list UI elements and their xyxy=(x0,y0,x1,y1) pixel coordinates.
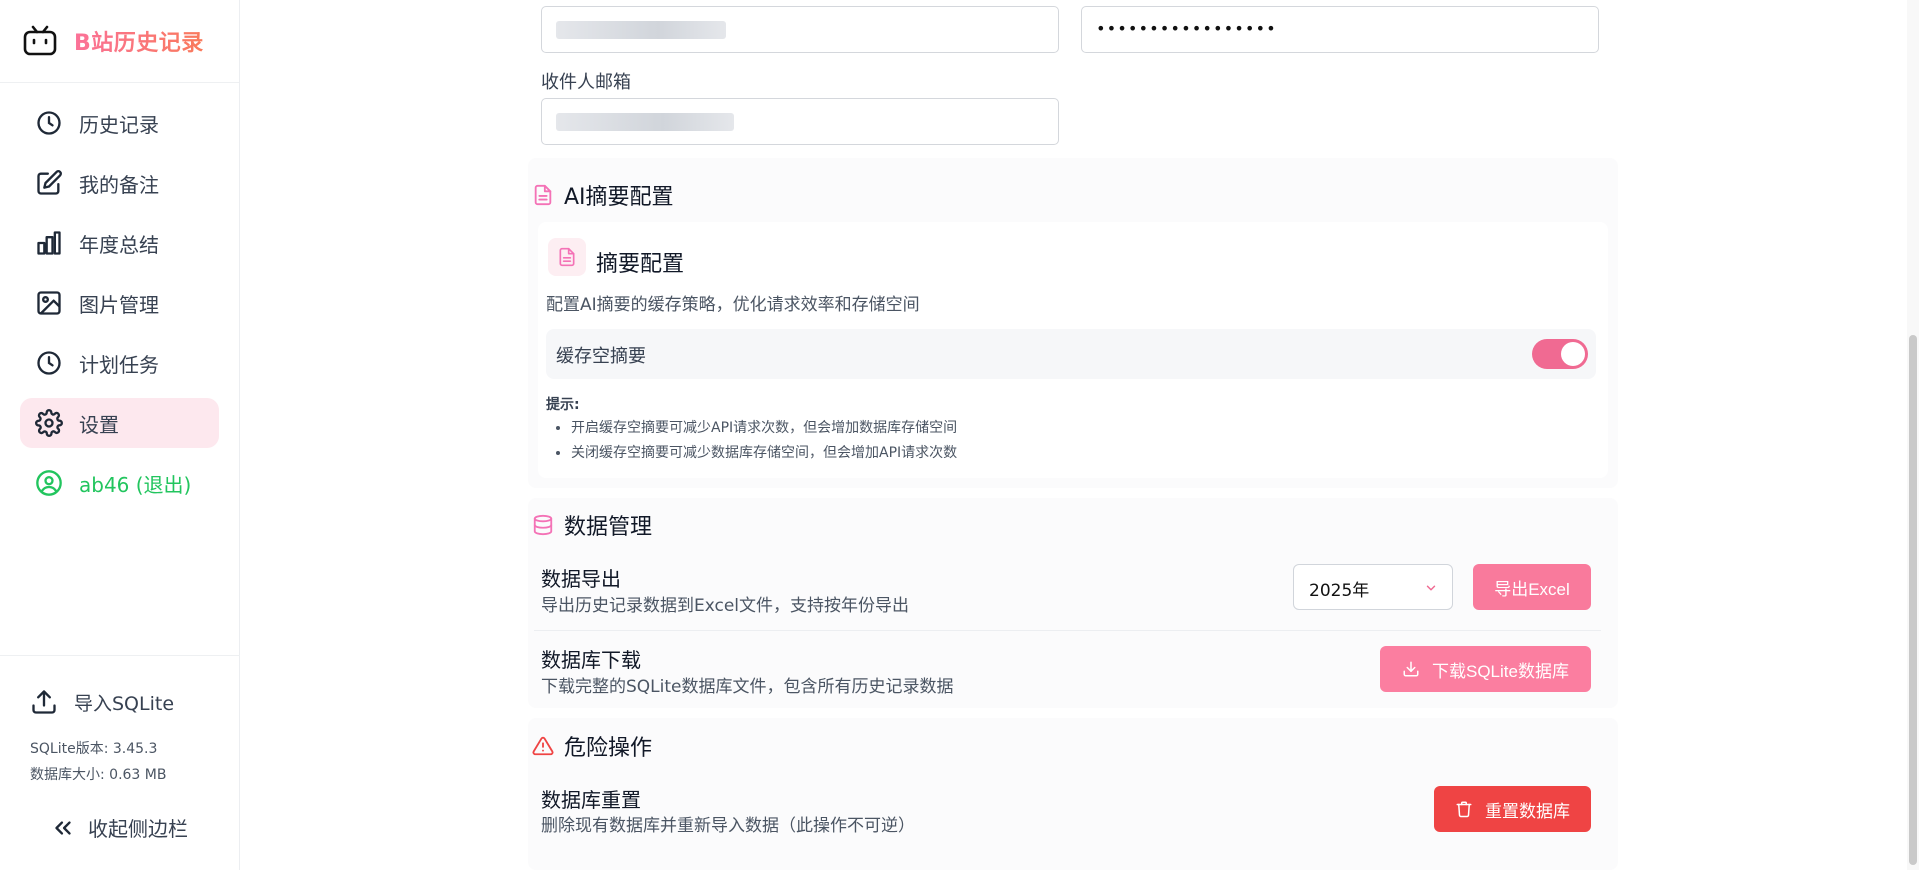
sidebar-item-label: 我的备注 xyxy=(79,172,159,197)
sidebar-nav: 历史记录 我的备注 年度总结 图片管理 计划任务 设置 ab46 (退出) xyxy=(20,98,219,518)
cache-empty-summary-label: 缓存空摘要 xyxy=(556,346,646,367)
db-size: 数据库大小: 0.63 MB xyxy=(30,767,167,783)
danger-section-title: 危险操作 xyxy=(532,730,652,762)
import-sqlite-button[interactable]: 导入SQLite xyxy=(30,688,174,716)
export-excel-label: 导出Excel xyxy=(1494,579,1570,599)
recipient-email-label: 收件人邮箱 xyxy=(541,72,631,93)
download-sqlite-button[interactable]: 下载SQLite数据库 xyxy=(1380,646,1591,692)
clock-icon xyxy=(37,111,61,135)
database-icon xyxy=(533,514,553,536)
clock-icon xyxy=(37,351,61,375)
collapse-sidebar-button[interactable]: 收起侧边栏 xyxy=(50,813,188,842)
tips-list: 开启缓存空摘要可减少API请求次数，但会增加数据库存储空间 关闭缓存空摘要可减少… xyxy=(546,416,957,466)
ai-summary-section-title: AI摘要配置 xyxy=(532,179,674,211)
sidebar-item-annual-summary[interactable]: 年度总结 xyxy=(20,218,219,268)
download-icon xyxy=(1403,661,1419,677)
year-select[interactable]: 2025年 xyxy=(1293,564,1453,610)
divider xyxy=(534,630,1601,631)
password-mask: ••••••••••••••••• xyxy=(1096,19,1277,38)
scrollbar-thumb[interactable] xyxy=(1909,335,1917,865)
data-export-title: 数据导出 xyxy=(541,567,621,591)
settings-main: ••••••••••••••••• 收件人邮箱 AI摘要配置 摘要配置 配置AI… xyxy=(241,0,1919,870)
user-circle-icon xyxy=(36,470,62,496)
sidebar-item-images[interactable]: 图片管理 xyxy=(20,278,219,328)
warning-icon xyxy=(532,736,554,756)
db-reset-desc: 删除现有数据库并重新导入数据（此操作不可逆） xyxy=(541,816,915,836)
cache-empty-summary-toggle[interactable] xyxy=(1532,339,1588,369)
sidebar-item-label: 年度总结 xyxy=(79,232,159,257)
import-sqlite-label: 导入SQLite xyxy=(74,692,175,715)
bilibili-tv-icon xyxy=(23,25,57,56)
tip-item: 关闭缓存空摘要可减少数据库存储空间，但会增加API请求次数 xyxy=(571,441,957,466)
db-download-title: 数据库下载 xyxy=(541,648,641,672)
sidebar-item-user-logout[interactable]: ab46 (退出) xyxy=(20,458,219,508)
sqlite-info: SQLite版本: 3.45.3 数据库大小: 0.63 MB xyxy=(30,736,166,788)
gear-icon xyxy=(35,409,63,437)
year-select-value: 2025年 xyxy=(1309,581,1370,601)
summary-config-card: 摘要配置 配置AI摘要的缓存策略，优化请求效率和存储空间 缓存空摘要 提示: 开… xyxy=(538,222,1608,478)
file-text-icon xyxy=(559,247,575,267)
redacted-value xyxy=(556,113,734,131)
sidebar-item-history[interactable]: 历史记录 xyxy=(20,98,219,148)
bar-chart-icon xyxy=(37,231,61,255)
db-reset-title: 数据库重置 xyxy=(541,788,641,812)
cache-empty-summary-row: 缓存空摘要 xyxy=(546,329,1596,379)
reset-database-button[interactable]: 重置数据库 xyxy=(1434,786,1591,832)
sender-email-input[interactable] xyxy=(541,6,1059,53)
data-management-section-title: 数据管理 xyxy=(532,509,652,541)
sidebar-item-label: ab46 (退出) xyxy=(79,472,192,497)
brand-header: B站历史记录 xyxy=(0,0,239,83)
edit-icon xyxy=(37,170,62,195)
upload-icon xyxy=(32,690,56,714)
trash-icon xyxy=(1456,801,1472,818)
image-icon xyxy=(37,291,61,315)
tips-title: 提示: xyxy=(546,397,580,413)
collapse-sidebar-label: 收起侧边栏 xyxy=(88,817,188,841)
file-text-icon xyxy=(534,184,552,206)
download-sqlite-label: 下载SQLite数据库 xyxy=(1432,661,1569,681)
sidebar-item-label: 图片管理 xyxy=(79,292,159,317)
summary-card-title: 摘要配置 xyxy=(596,252,685,277)
tip-item: 开启缓存空摘要可减少API请求次数，但会增加数据库存储空间 xyxy=(571,416,957,441)
sidebar-item-label: 历史记录 xyxy=(79,112,159,137)
recipient-email-input[interactable] xyxy=(541,98,1059,145)
sidebar-footer: 导入SQLite SQLite版本: 3.45.3 数据库大小: 0.63 MB… xyxy=(0,655,240,870)
summary-card-desc: 配置AI摘要的缓存策略，优化请求效率和存储空间 xyxy=(546,295,920,315)
sidebar-item-scheduled-tasks[interactable]: 计划任务 xyxy=(20,338,219,388)
sidebar-item-label: 设置 xyxy=(79,412,119,437)
redacted-value xyxy=(556,21,726,39)
sqlite-version: SQLite版本: 3.45.3 xyxy=(30,741,158,757)
summary-card-icon xyxy=(548,238,586,276)
sidebar-item-notes[interactable]: 我的备注 xyxy=(20,158,219,208)
sidebar-item-label: 计划任务 xyxy=(79,352,159,377)
reset-database-label: 重置数据库 xyxy=(1485,801,1570,821)
sidebar-item-settings[interactable]: 设置 xyxy=(20,398,219,448)
scrollbar[interactable] xyxy=(1907,0,1919,870)
export-excel-button[interactable]: 导出Excel xyxy=(1473,564,1591,610)
chevrons-left-icon xyxy=(55,820,71,835)
email-password-input[interactable]: ••••••••••••••••• xyxy=(1081,6,1599,53)
sidebar: B站历史记录 历史记录 我的备注 年度总结 图片管理 计划任务 设置 ab46 … xyxy=(0,0,240,870)
data-export-desc: 导出历史记录数据到Excel文件，支持按年份导出 xyxy=(541,596,910,616)
chevron-down-icon xyxy=(1426,585,1436,591)
db-download-desc: 下载完整的SQLite数据库文件，包含所有历史记录数据 xyxy=(541,677,954,697)
toggle-knob xyxy=(1561,342,1585,366)
brand-title: B站历史记录 xyxy=(74,25,204,57)
